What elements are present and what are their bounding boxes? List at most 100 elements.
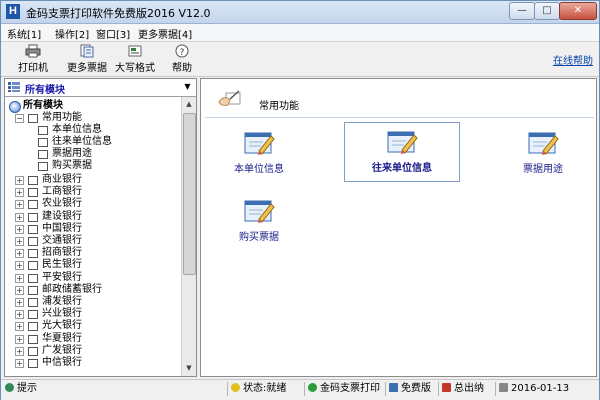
expand-icon[interactable]: + — [15, 200, 24, 210]
app-window: H 金码支票打印软件免费版2016 V12.0 — □ ✕ 系统[1] 操作[2… — [0, 0, 600, 400]
status-date: 2016-01-13 — [495, 382, 569, 396]
tree-item-label: 本单位信息 — [52, 124, 102, 135]
folder-icon — [28, 261, 38, 271]
menu-more-notes[interactable]: 更多票据[4] — [138, 26, 192, 41]
function-panel: 常用功能 本单位信息 往来单位信息 票据用途 购买票据 — [200, 78, 597, 377]
tree-item-bank[interactable]: + 招商银行 — [5, 247, 175, 259]
expand-icon[interactable]: + — [15, 212, 24, 222]
scroll-up-icon[interactable]: ▲ — [183, 98, 195, 110]
feature-buy-notes[interactable]: 购买票据 — [201, 192, 317, 248]
tree-item-bank[interactable]: + 光大银行 — [5, 320, 175, 332]
tree-item-bank[interactable]: + 平安银行 — [5, 272, 175, 284]
expand-icon[interactable]: + — [15, 188, 24, 198]
module-select[interactable]: 所有模块 ▼ — [5, 79, 196, 97]
tree-scrollbar[interactable]: ▲ ▼ — [181, 97, 196, 376]
tree-item-bank[interactable]: + 中信银行 — [5, 357, 175, 369]
edition-icon — [389, 383, 398, 392]
help-label: 帮助 — [172, 63, 192, 74]
title-bar: H 金码支票打印软件免费版2016 V12.0 — □ ✕ — [1, 1, 599, 24]
online-help-link[interactable]: 在线帮助 — [553, 52, 593, 67]
maximize-button[interactable]: □ — [534, 2, 560, 20]
expand-icon[interactable]: + — [15, 224, 24, 234]
expand-icon[interactable]: + — [15, 298, 24, 307]
expand-icon[interactable]: + — [15, 322, 24, 332]
menu-operation[interactable]: 操作[2] — [55, 26, 89, 41]
status-cashier-text: 总出纳 — [454, 383, 484, 394]
tree-item-label: 华夏银行 — [42, 332, 82, 344]
folder-icon — [28, 322, 38, 332]
uppercase-format-label: 大写格式 — [115, 63, 155, 74]
tree-item-bank[interactable]: + 邮政储蓄银行 — [5, 284, 175, 296]
status-product: 金码支票打印 — [304, 382, 380, 396]
hand-writing-icon — [218, 90, 241, 106]
expand-icon[interactable]: + — [15, 273, 24, 283]
help-button[interactable]: ? 帮助 — [167, 44, 197, 74]
tree-item-label: 商业银行 — [42, 174, 82, 185]
tree-item-label: 邮政储蓄银行 — [42, 283, 102, 295]
folder-icon — [28, 359, 38, 368]
tree-item-common[interactable]: − 常用功能 — [5, 112, 175, 124]
module-tree: 所有模块 − 常用功能 本单位信息 往来单位信息 票据用途 购买票据 + 商业银… — [5, 98, 182, 376]
expand-icon[interactable]: + — [15, 346, 24, 356]
tree-item-bank[interactable]: + 华夏银行 — [5, 333, 175, 345]
expand-icon[interactable]: + — [15, 310, 24, 320]
status-bar: 提示 状态:就绪 金码支票打印 免费版 总出纳 2016-01-13 — [1, 379, 599, 400]
tree-item-label: 民生银行 — [42, 259, 82, 271]
tree-item-label: 光大银行 — [42, 320, 82, 332]
folder-icon — [28, 298, 38, 307]
more-notes-button[interactable]: 更多票据 — [65, 44, 109, 74]
tree-item-bank[interactable]: + 中国银行 — [5, 223, 175, 235]
tree-item-bank[interactable]: + 工商银行 — [5, 186, 175, 198]
menu-system[interactable]: 系统[1] — [7, 26, 41, 41]
expand-icon[interactable]: + — [15, 261, 24, 271]
uppercase-format-button[interactable]: 大写格式 — [113, 44, 157, 74]
close-button[interactable]: ✕ — [559, 2, 597, 20]
tree-item-bank[interactable]: + 建设银行 — [5, 211, 175, 223]
expand-icon[interactable]: + — [15, 237, 24, 246]
folder-icon — [28, 224, 38, 234]
scrollbar-thumb[interactable] — [183, 113, 196, 275]
svg-text:?: ? — [180, 48, 185, 58]
status-edition-text: 免费版 — [401, 383, 431, 394]
printer-button[interactable]: 打印机 — [13, 44, 53, 74]
collapse-icon[interactable]: − — [15, 114, 24, 123]
tree-item-own-unit[interactable]: 本单位信息 — [5, 124, 175, 136]
tree-item-bank[interactable]: + 民生银行 — [5, 259, 175, 271]
menu-bar: 系统[1] 操作[2] 窗口[3] 更多票据[4] — [1, 24, 599, 41]
tree-item-bank[interactable]: + 农业银行 — [5, 198, 175, 210]
expand-icon[interactable]: + — [15, 176, 24, 185]
tree-item-bank[interactable]: + 交通银行 — [5, 235, 175, 247]
tree-item-label: 建设银行 — [42, 210, 82, 222]
feature-note-usage[interactable]: 票据用途 — [485, 124, 600, 180]
tree-item-note-usage[interactable]: 票据用途 — [5, 148, 175, 160]
minimize-button[interactable]: — — [509, 2, 535, 20]
menu-window[interactable]: 窗口[3] — [96, 26, 130, 41]
tree-item-bank[interactable]: + 广发银行 — [5, 345, 175, 357]
tree-item-label: 农业银行 — [42, 198, 82, 210]
feature-partner-unit-info[interactable]: 往来单位信息 — [344, 122, 460, 182]
tree-item-label: 购买票据 — [52, 160, 92, 171]
expand-icon[interactable]: + — [15, 249, 24, 259]
status-date-text: 2016-01-13 — [511, 383, 570, 394]
tree-item-label: 平安银行 — [42, 271, 82, 283]
tree-item-bank[interactable]: + 商业银行 — [5, 174, 175, 186]
tree-item-bank[interactable]: + 兴业银行 — [5, 308, 175, 320]
window-title: 金码支票打印软件免费版2016 V12.0 — [26, 7, 211, 20]
tree-item-bank[interactable]: + 浦发银行 — [5, 296, 175, 308]
feature-own-unit-info[interactable]: 本单位信息 — [201, 124, 317, 180]
status-product-text: 金码支票打印 — [320, 383, 380, 394]
edit-document-icon — [244, 132, 275, 155]
tree-item-partner-unit[interactable]: 往来单位信息 — [5, 136, 175, 148]
expand-icon[interactable]: + — [15, 285, 24, 295]
scroll-down-icon[interactable]: ▼ — [183, 362, 195, 374]
expand-icon[interactable]: + — [15, 359, 24, 368]
tree-item-label: 招商银行 — [42, 247, 82, 259]
tree-item-buy-notes[interactable]: 购买票据 — [5, 160, 175, 172]
chevron-down-icon[interactable]: ▼ — [181, 80, 194, 94]
tree-root[interactable]: 所有模块 — [5, 100, 175, 113]
feature-label: 本单位信息 — [234, 164, 284, 175]
notes-icon — [80, 44, 94, 58]
toolbar: 打印机 更多票据 大写格式 ? 帮助 在线帮助 — [1, 41, 599, 77]
expand-icon[interactable]: + — [15, 334, 24, 344]
product-icon — [308, 383, 317, 392]
